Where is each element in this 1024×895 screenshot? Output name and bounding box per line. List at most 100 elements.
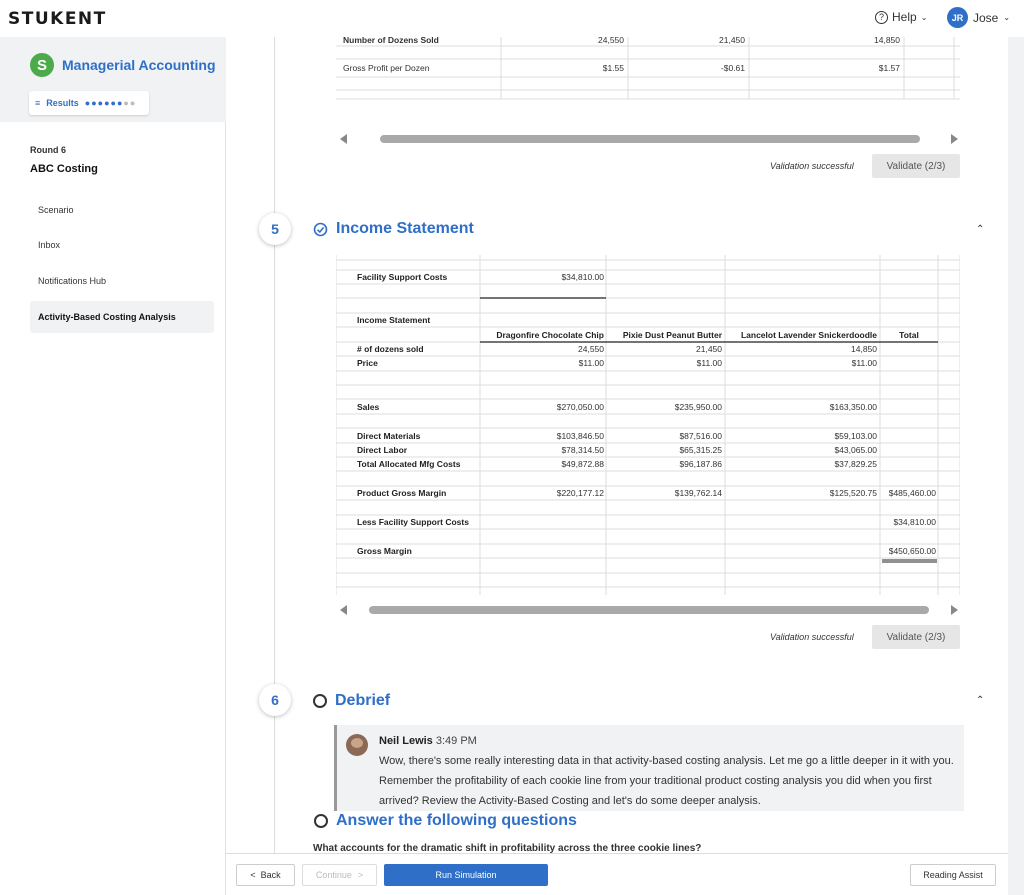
- results-button[interactable]: ≡ Results ●●●●●●●●: [29, 91, 149, 115]
- cell: 24,550: [598, 37, 624, 45]
- cell[interactable]: $270,050.00: [557, 402, 605, 412]
- message-time: 3:49 PM: [435, 735, 477, 747]
- back-button[interactable]: < Back: [236, 864, 295, 886]
- cell[interactable]: $235,950.00: [675, 402, 723, 412]
- income-title: Income Statement: [357, 315, 430, 325]
- cell[interactable]: $485,460.00: [889, 488, 937, 498]
- horizontal-scrollbar[interactable]: [340, 602, 958, 618]
- reading-assist-button[interactable]: Reading Assist: [910, 864, 996, 886]
- step-number: 6: [259, 684, 291, 716]
- cell[interactable]: 14,850: [851, 344, 877, 354]
- back-label: Back: [260, 870, 281, 880]
- row-label: Direct Materials: [357, 431, 421, 441]
- sidebar-item-inbox[interactable]: Inbox: [30, 229, 214, 261]
- income-statement-spreadsheet[interactable]: Facility Support Costs $34,810.00 Income…: [336, 255, 960, 595]
- scroll-left-icon[interactable]: [340, 134, 347, 144]
- cell[interactable]: $11.00: [579, 358, 605, 368]
- collapse-chevron-icon[interactable]: ⌃: [976, 224, 984, 235]
- main-content: Number of Dozens Sold 24,550 21,450 14,8…: [226, 37, 1008, 853]
- cell[interactable]: $96,187.86: [679, 459, 722, 469]
- cell[interactable]: $125,520.75: [830, 488, 878, 498]
- validation-status: Validation successful: [770, 161, 854, 171]
- circle-icon: [314, 814, 328, 828]
- row-label: Total Allocated Mfg Costs: [357, 459, 461, 469]
- chevron-down-icon: ⌄: [1003, 13, 1011, 22]
- run-simulation-button[interactable]: Run Simulation: [384, 864, 548, 886]
- round-label: Round 6: [30, 145, 66, 155]
- help-icon: ?: [875, 10, 888, 24]
- help-label: Help: [892, 10, 917, 24]
- cell[interactable]: $11.00: [852, 358, 878, 368]
- sidebar-item-scenario[interactable]: Scenario: [30, 194, 214, 226]
- row-label: Less Facility Support Costs: [357, 517, 469, 527]
- cell[interactable]: $139,762.14: [675, 488, 723, 498]
- cell[interactable]: $450,650.00: [889, 546, 937, 556]
- user-menu[interactable]: JR Jose ⌄: [947, 7, 1010, 28]
- step-title-text: Income Statement: [336, 220, 474, 237]
- top-spreadsheet[interactable]: Number of Dozens Sold 24,550 21,450 14,8…: [336, 37, 960, 129]
- row-label: # of dozens sold: [357, 344, 424, 354]
- round-name: ABC Costing: [30, 163, 98, 175]
- scroll-thumb[interactable]: [369, 606, 929, 614]
- sidebar-header: S Managerial Accounting ≡ Results ●●●●●●…: [0, 37, 226, 122]
- facility-label: Facility Support Costs: [357, 272, 447, 282]
- facility-value: $34,810.00: [561, 272, 604, 282]
- check-circle-icon: [313, 222, 328, 236]
- course-title[interactable]: S Managerial Accounting: [30, 53, 216, 77]
- chevron-left-icon: <: [250, 870, 256, 880]
- row-label: Number of Dozens Sold: [343, 37, 439, 45]
- progress-dots: ●●●●●●●●: [84, 98, 137, 108]
- column-header: Dragonfire Chocolate Chip: [496, 330, 604, 340]
- message-text: Wow, there's some really interesting dat…: [379, 755, 954, 807]
- continue-label: Continue: [315, 870, 352, 880]
- cell[interactable]: $11.00: [697, 358, 723, 368]
- cell[interactable]: $49,872.88: [561, 459, 604, 469]
- cell[interactable]: $37,829.25: [834, 459, 877, 469]
- user-name: Jose: [973, 10, 999, 25]
- cell[interactable]: $59,103.00: [834, 431, 877, 441]
- row-label: Gross Margin: [357, 546, 412, 556]
- page-scrollbar[interactable]: [1008, 37, 1024, 895]
- continue-button[interactable]: Continue >: [302, 864, 377, 886]
- chevron-right-icon: >: [357, 870, 364, 880]
- collapse-chevron-icon[interactable]: ⌃: [976, 695, 984, 706]
- sidebar-item-notifications-hub[interactable]: Notifications Hub: [30, 265, 214, 297]
- cell[interactable]: $78,314.50: [561, 445, 604, 455]
- cell: $1.55: [603, 63, 625, 73]
- cell[interactable]: 24,550: [578, 344, 604, 354]
- results-label: Results: [46, 98, 79, 108]
- step-title-income-statement[interactable]: Income Statement: [313, 220, 474, 238]
- cell[interactable]: $163,350.00: [830, 402, 878, 412]
- cell[interactable]: $43,065.00: [834, 445, 877, 455]
- chevron-down-icon: ⌄: [920, 12, 928, 22]
- horizontal-scrollbar[interactable]: [340, 131, 958, 147]
- column-header: Pixie Dust Peanut Butter: [623, 330, 723, 340]
- step-title-debrief[interactable]: Debrief: [313, 692, 390, 710]
- help-menu[interactable]: ? Help ⌄: [875, 10, 927, 24]
- scroll-left-icon[interactable]: [340, 605, 347, 615]
- cell[interactable]: $220,177.12: [557, 488, 605, 498]
- row-label: Price: [357, 358, 378, 368]
- scroll-right-icon[interactable]: [951, 134, 958, 144]
- cell: $1.57: [879, 63, 901, 73]
- question-text: What accounts for the dramatic shift in …: [313, 843, 702, 853]
- row-label: Product Gross Margin: [357, 488, 446, 498]
- row-label: Gross Profit per Dozen: [343, 63, 430, 73]
- cell[interactable]: $65,315.25: [679, 445, 722, 455]
- cell[interactable]: 21,450: [696, 344, 722, 354]
- cell[interactable]: $87,516.00: [679, 431, 722, 441]
- validate-button[interactable]: Validate (2/3): [872, 154, 960, 178]
- step-number: 5: [259, 213, 291, 245]
- questions-heading: Answer the following questions: [314, 812, 577, 830]
- course-name: Managerial Accounting: [62, 57, 216, 73]
- scroll-right-icon[interactable]: [951, 605, 958, 615]
- column-header: Lancelot Lavender Snickerdoodle: [741, 330, 877, 340]
- debrief-message: Neil Lewis 3:49 PM Wow, there's some rea…: [334, 725, 964, 811]
- validate-button[interactable]: Validate (2/3): [872, 625, 960, 649]
- sidebar-item-activity-based-costing[interactable]: Activity-Based Costing Analysis: [30, 301, 214, 333]
- cell[interactable]: $103,846.50: [557, 431, 605, 441]
- cell[interactable]: $34,810.00: [893, 517, 936, 527]
- step-title-text: Debrief: [335, 692, 391, 709]
- scroll-thumb[interactable]: [380, 135, 920, 143]
- stukent-logo[interactable]: STUKENT: [8, 9, 107, 29]
